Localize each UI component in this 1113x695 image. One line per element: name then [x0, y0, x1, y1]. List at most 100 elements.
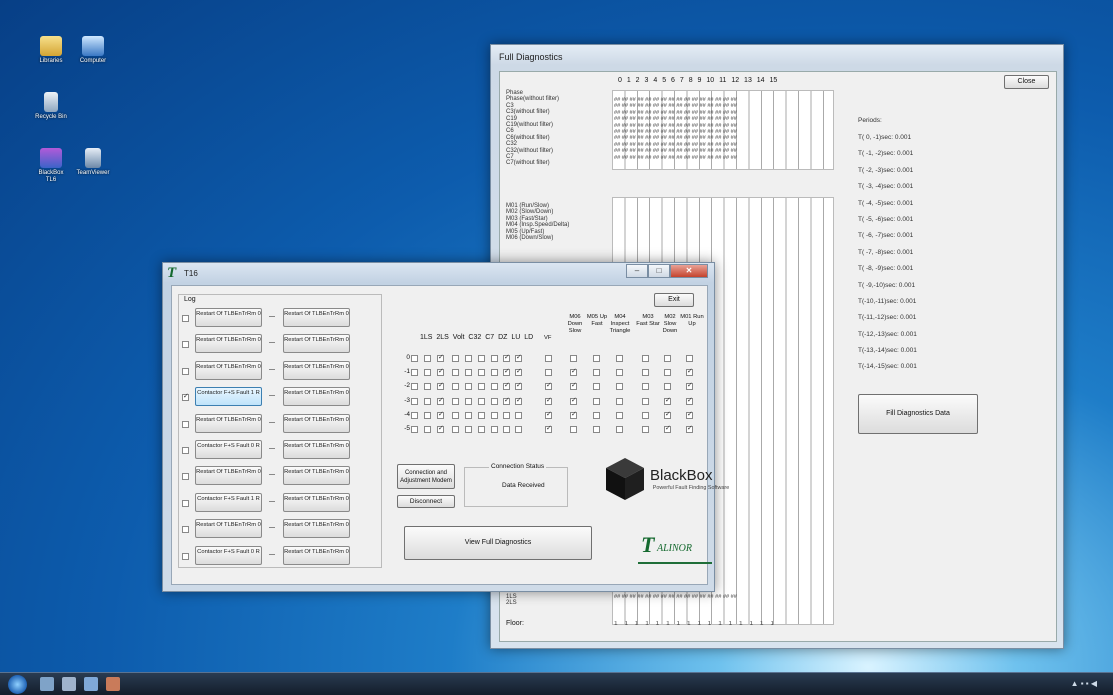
log-checkbox[interactable]	[182, 552, 189, 560]
vf-header: VF	[544, 335, 552, 341]
log-event-button[interactable]: Restart Of TLBEnTrRm 0	[283, 440, 350, 459]
signal-checkbox	[452, 397, 459, 405]
desktop-icon-computer[interactable]: Computer	[76, 36, 110, 65]
desktop-icon-teamviewer[interactable]: TeamViewer	[76, 148, 110, 177]
signal-checkbox	[686, 367, 693, 377]
period-item: T( -4, -5)sec: 0.001	[858, 199, 914, 207]
log-separator	[269, 395, 275, 397]
app-taskbar-icon[interactable]	[106, 677, 120, 691]
signal-checkbox	[465, 397, 472, 405]
log-event-button[interactable]: Contactor F+S Fault 1 R	[195, 492, 262, 512]
log-event-text: Restart Of TLBEnTrRm 0	[284, 495, 349, 502]
signal-checkbox	[545, 355, 552, 362]
log-checkbox[interactable]	[182, 315, 189, 322]
log-event-text: Restart Of TLBEnTrRm 0	[284, 416, 349, 423]
signal-checkbox	[424, 369, 431, 377]
log-checkbox[interactable]	[182, 473, 189, 481]
desktop-icon-libraries[interactable]: Libraries	[34, 36, 68, 65]
signal-checkbox	[411, 411, 418, 419]
log-event-text: Restart Of TLBEnTrRm 0	[284, 469, 349, 476]
signal-checkbox	[465, 411, 472, 419]
log-separator	[269, 316, 275, 317]
periods-panel: Periods: T( 0, -1)sec: 0.001 T( -1, -2)se…	[858, 117, 970, 380]
signal-values-group1: ## ## ## ## ## ## ## ## ## ## ## ## ## #…	[614, 97, 832, 161]
log-event-text: Restart Of TLBEnTrRm 0	[196, 363, 261, 370]
exit-button[interactable]: Exit	[654, 293, 694, 307]
log-checkbox[interactable]	[182, 526, 189, 534]
view-full-diagnostics-button[interactable]: View Full Diagnostics	[404, 526, 592, 560]
app-icon	[40, 148, 62, 168]
signal-checkbox	[593, 355, 600, 362]
signal-checkbox	[642, 355, 649, 362]
signal-checkbox	[491, 426, 498, 433]
close-icon[interactable]: ✕	[670, 264, 708, 278]
log-event-button[interactable]: Restart Of TLBEnTrRm 0	[195, 519, 262, 539]
log-event-button[interactable]: Restart Of TLBEnTrRm 0	[283, 519, 350, 539]
row-label: -3	[404, 396, 410, 404]
log-event-button[interactable]: Restart Of TLBEnTrRm 0	[283, 387, 350, 407]
signal-checkbox	[686, 396, 693, 405]
signal-checkbox	[515, 426, 522, 433]
log-checkbox[interactable]	[182, 447, 189, 454]
log-event-button[interactable]: Restart Of TLBEnTrRm 0	[283, 492, 350, 512]
desktop-icon-recycle-bin[interactable]: Recycle Bin	[34, 92, 68, 121]
connection-button[interactable]: Connection and Adjustment Modem	[397, 464, 455, 489]
signal-checkbox	[437, 353, 444, 362]
signal-checkbox	[642, 426, 649, 433]
log-event-button[interactable]: Restart Of TLBEnTrRm 0	[283, 545, 350, 565]
signal-checkbox	[593, 383, 600, 391]
log-event-button[interactable]: Restart Of TLBEnTrRm 0	[283, 360, 350, 380]
signal-checkbox	[686, 410, 693, 419]
signal-checkbox	[642, 383, 649, 391]
column-numbers: 0 1 2 3 4 5 6 7 8 9 10 11 12 13 14 15	[618, 77, 778, 84]
log-event-button[interactable]: Restart Of TLBEnTrRm 0	[195, 308, 262, 327]
system-tray: ▲ ▪ ▪ ◀	[1070, 679, 1097, 688]
browser-icon[interactable]	[84, 677, 98, 691]
signal-checkbox	[515, 353, 522, 362]
log-event-button[interactable]: Restart Of TLBEnTrRm 0	[283, 334, 350, 354]
media-icon[interactable]	[62, 677, 76, 691]
log-event-button[interactable]: Restart Of TLBEnTrRm 0	[283, 466, 350, 486]
signal-checkbox	[437, 381, 444, 391]
minimize-icon[interactable]: –	[626, 264, 648, 278]
log-checkbox[interactable]	[182, 499, 189, 507]
log-checkbox[interactable]	[182, 420, 189, 428]
folder-icon	[40, 36, 62, 56]
log-event-button[interactable]: Restart Of TLBEnTrRm 0	[195, 360, 262, 380]
signal-label: M04 (Insp.Speed/Delta)	[506, 222, 570, 229]
period-item: T(-14,-15)sec: 0.001	[858, 363, 917, 371]
log-event-button[interactable]: Contactor F+S Fault 0 R	[195, 440, 262, 459]
disconnect-button[interactable]: Disconnect	[397, 495, 455, 508]
signal-checkbox	[478, 355, 485, 362]
signal-checkbox	[686, 381, 693, 391]
row-label: 0	[406, 354, 410, 361]
log-event-button[interactable]: Restart Of TLBEnTrRm 0	[195, 466, 262, 486]
log-event-button[interactable]: Restart Of TLBEnTrRm 0	[195, 413, 262, 433]
signal-checkbox	[545, 396, 552, 405]
recycle-bin-icon	[44, 92, 58, 112]
fill-diagnostics-button[interactable]: Fill Diagnostics Data	[858, 394, 978, 434]
talinor-logo: T ALINOR	[638, 532, 712, 564]
explorer-icon[interactable]	[40, 677, 54, 691]
signal-checkbox	[593, 369, 600, 377]
period-item: T(-11,-12)sec: 0.001	[858, 314, 917, 322]
desktop-icon-blackbox[interactable]: BlackBox TL6	[34, 148, 68, 184]
start-orb-icon[interactable]	[8, 675, 27, 694]
close-button[interactable]: Close	[1004, 75, 1049, 89]
signal-label: Phase(without filter)	[506, 96, 560, 103]
log-checkbox[interactable]	[182, 392, 189, 402]
log-event-button[interactable]: Restart Of TLBEnTrRm 0	[283, 413, 350, 433]
log-event-button[interactable]: Restart Of TLBEnTrRm 0	[283, 308, 350, 327]
maximize-icon[interactable]: □	[648, 264, 670, 278]
log-checkbox[interactable]	[182, 367, 189, 375]
signal-checkbox	[491, 355, 498, 362]
signal-checkbox	[478, 383, 485, 391]
signal-checkbox	[437, 396, 444, 405]
signal-checkbox	[452, 383, 459, 391]
signal-checkbox	[491, 383, 498, 391]
log-event-button[interactable]: Contactor F+S Fault 1 R	[195, 387, 262, 407]
signal-checkbox	[642, 369, 649, 377]
log-event-button[interactable]: Restart Of TLBEnTrRm 0	[195, 334, 262, 354]
log-checkbox[interactable]	[182, 341, 189, 349]
log-event-button[interactable]: Contactor F+S Fault 0 R	[195, 545, 262, 565]
